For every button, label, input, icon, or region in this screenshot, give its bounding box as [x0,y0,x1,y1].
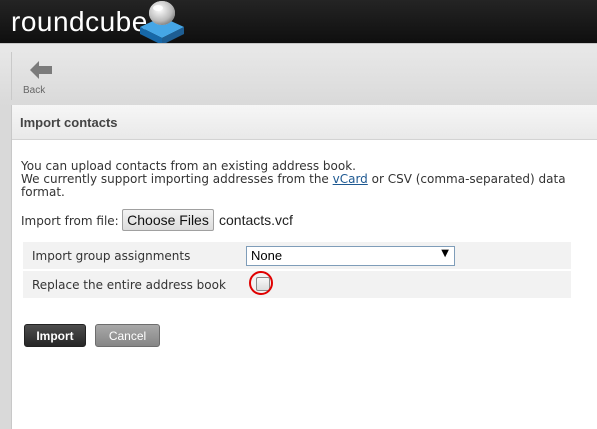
group-assignments-row: Import group assignments None ▼ [23,242,571,269]
toolbar: Back [0,43,597,106]
group-assignments-label: Import group assignments [32,249,191,263]
back-button[interactable]: Back [20,51,58,99]
intro-line-2-prefix: We currently support importing addresses… [21,172,333,186]
file-label: Import from file: [21,214,119,228]
back-label: Back [23,85,46,96]
logo-text: roundcube [11,6,148,37]
arrow-left-icon [30,61,52,79]
import-panel: Import contacts You can upload contacts … [11,105,597,429]
toolbar-divider [11,52,12,100]
file-name: contacts.vcf [219,212,293,228]
panel-header: Import contacts [12,105,597,140]
panel-title: Import contacts [20,115,118,130]
top-bar: roundcube [0,0,597,45]
cancel-button[interactable]: Cancel [95,324,160,347]
highlight-circle [249,271,273,295]
intro-line-1: You can upload contacts from an existing… [21,159,356,173]
roundcube-cube-icon [140,1,184,45]
replace-label: Replace the entire address book [32,278,226,292]
caret-down-icon: ▼ [441,248,449,259]
vcard-link[interactable]: vCard [333,172,368,186]
import-button[interactable]: Import [24,324,86,347]
select-value: None [251,248,283,263]
group-assignments-select[interactable]: None ▼ [246,246,455,266]
intro-text: You can upload contacts from an existing… [21,160,581,199]
choose-files-button[interactable]: Choose Files [122,209,214,231]
replace-row: Replace the entire address book [23,271,571,298]
